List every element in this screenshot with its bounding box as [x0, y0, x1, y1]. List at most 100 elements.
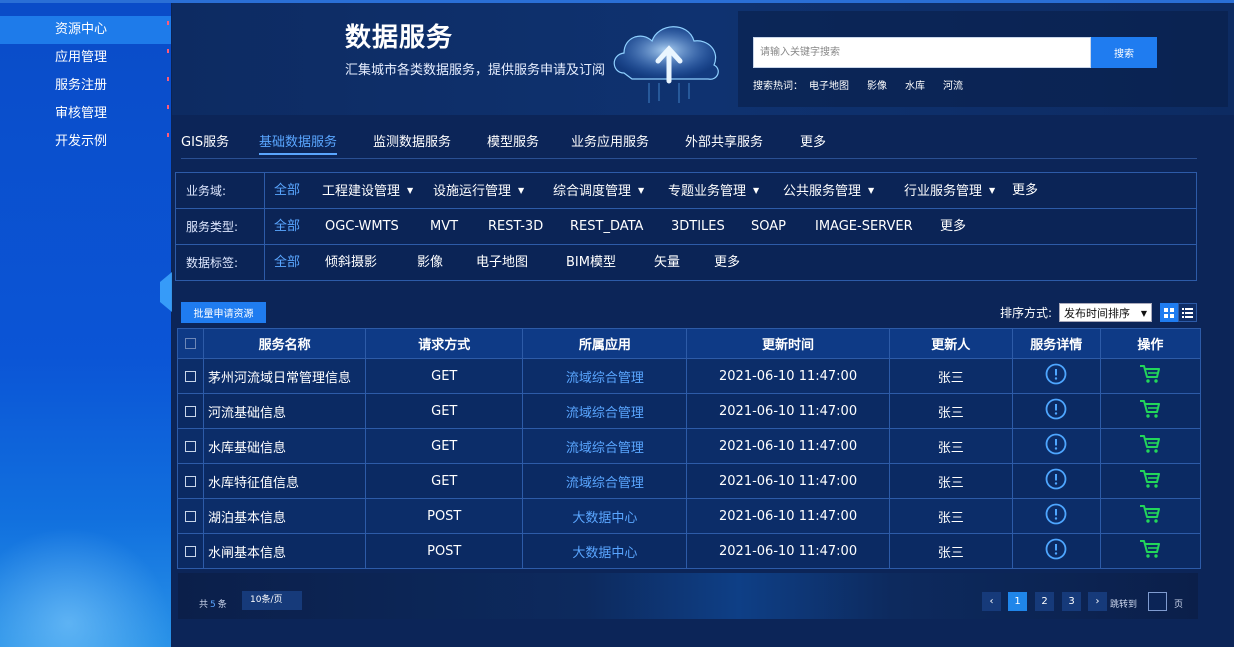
sidebar-item-dev-examples[interactable]: 开发示例	[0, 128, 171, 156]
filter-option[interactable]: MVT	[430, 209, 458, 244]
select-all-checkbox[interactable]	[185, 338, 196, 349]
filter-option[interactable]: 全部	[274, 245, 300, 281]
filter-more[interactable]: 更多	[1012, 173, 1038, 208]
hot-word[interactable]: 水库	[905, 81, 925, 92]
filter-dropdown[interactable]: 专题业务管理 ▼	[668, 173, 759, 208]
page-button[interactable]: 3	[1062, 592, 1081, 611]
tab-external-shared-service[interactable]: 外部共享服务	[685, 131, 763, 150]
filter-dropdown[interactable]: 公共服务管理 ▼	[783, 173, 874, 208]
tab-business-app-service[interactable]: 业务应用服务	[571, 131, 649, 150]
row-checkbox-cell[interactable]	[176, 428, 205, 464]
cart-icon[interactable]	[1138, 363, 1162, 385]
row-checkbox-cell[interactable]	[176, 463, 205, 499]
app-link[interactable]: 流域综合管理	[522, 463, 688, 499]
cart-icon[interactable]	[1138, 468, 1162, 490]
info-icon[interactable]	[1045, 503, 1067, 525]
service-name-cell: 茅州河流域日常管理信息	[203, 358, 367, 394]
row-checkbox[interactable]	[185, 370, 196, 382]
page-button[interactable]: 2	[1035, 592, 1054, 611]
tab-basic-data-service[interactable]: 基础数据服务	[259, 131, 338, 155]
table-row: 水库特征值信息 GET 流域综合管理 2021-06-10 11:47:00 张三	[176, 463, 1202, 499]
tab-monitoring-data-service[interactable]: 监测数据服务	[373, 131, 451, 150]
hot-word[interactable]: 影像	[867, 81, 887, 92]
detail-cell	[1011, 463, 1101, 499]
cart-icon[interactable]	[1138, 398, 1162, 420]
prev-page-button[interactable]: ‹	[982, 592, 1001, 611]
search-input[interactable]	[753, 37, 1091, 68]
filter-option[interactable]: 全部	[274, 173, 300, 208]
info-icon[interactable]	[1045, 433, 1067, 455]
search-button[interactable]: 搜索	[1091, 37, 1157, 68]
filter-option[interactable]: 电子地图	[476, 245, 528, 281]
column-header: 更新人	[888, 328, 1013, 359]
row-checkbox-cell[interactable]	[176, 498, 205, 534]
filter-dropdown[interactable]: 设施运行管理 ▼	[433, 173, 524, 208]
jump-page-input[interactable]	[1148, 592, 1167, 611]
service-category-tabs: GIS服务 基础数据服务 监测数据服务 模型服务 业务应用服务 外部共享服务 更…	[181, 131, 1197, 159]
filter-option[interactable]: SOAP	[751, 209, 786, 244]
filter-option[interactable]: 矢量	[654, 245, 680, 281]
row-checkbox-cell[interactable]	[176, 393, 205, 429]
filter-option[interactable]: 全部	[274, 209, 300, 244]
filter-option[interactable]: 影像	[417, 245, 443, 281]
info-icon[interactable]	[1045, 468, 1067, 490]
cart-icon[interactable]	[1138, 538, 1162, 560]
app-link[interactable]: 大数据中心	[522, 498, 688, 534]
grid-view-icon[interactable]	[1160, 303, 1178, 322]
row-checkbox[interactable]	[185, 475, 196, 487]
batch-apply-button[interactable]: 批量申请资源	[181, 302, 266, 323]
next-page-button[interactable]: ›	[1088, 592, 1107, 611]
filter-label-domain: 业务域:	[176, 173, 265, 208]
header-banner: 数据服务 汇集城市各类数据服务，提供服务申请及订阅 搜索 搜索热词： 电子地图 影像…	[172, 3, 1234, 115]
filter-more[interactable]: 更多	[940, 209, 966, 244]
sidebar-item-review-management[interactable]: 审核管理	[0, 100, 171, 128]
row-checkbox[interactable]	[185, 405, 196, 417]
cart-icon[interactable]	[1138, 433, 1162, 455]
info-icon[interactable]	[1045, 538, 1067, 560]
cart-icon[interactable]	[1138, 503, 1162, 525]
row-checkbox[interactable]	[185, 440, 196, 452]
sort-select[interactable]: 发布时间排序 ▼	[1059, 303, 1152, 322]
info-icon[interactable]	[1045, 398, 1067, 420]
hot-word[interactable]: 河流	[943, 81, 963, 92]
tab-gis-service[interactable]: GIS服务	[181, 131, 229, 150]
list-view-icon[interactable]	[1178, 303, 1197, 322]
select-all-checkbox-cell[interactable]	[176, 328, 205, 359]
row-checkbox[interactable]	[185, 510, 196, 522]
filter-option[interactable]: REST_DATA	[570, 209, 643, 244]
app-link[interactable]: 流域综合管理	[522, 428, 688, 464]
filter-more[interactable]: 更多	[714, 245, 740, 281]
app-link[interactable]: 流域综合管理	[522, 393, 688, 429]
sidebar-item-service-registration[interactable]: 服务注册	[0, 72, 171, 100]
hot-word[interactable]: 电子地图	[809, 81, 849, 92]
tab-model-service[interactable]: 模型服务	[487, 131, 539, 150]
filter-option[interactable]: OGC-WMTS	[325, 209, 399, 244]
sidebar-item-resource-center[interactable]: 资源中心	[0, 16, 171, 44]
row-checkbox-cell[interactable]	[176, 533, 205, 569]
filter-dropdown[interactable]: 工程建设管理 ▼	[322, 173, 413, 208]
hot-search-label: 搜索热词：	[753, 81, 803, 92]
filter-option[interactable]: BIM模型	[566, 245, 616, 281]
request-method-cell: POST	[365, 498, 524, 534]
row-checkbox[interactable]	[185, 545, 196, 557]
filter-option[interactable]: REST-3D	[488, 209, 543, 244]
updater-cell: 张三	[888, 393, 1013, 429]
column-header: 更新时间	[686, 328, 890, 359]
app-link[interactable]: 大数据中心	[522, 533, 688, 569]
detail-cell	[1011, 393, 1101, 429]
page-button[interactable]: 1	[1008, 592, 1027, 611]
filter-dropdown[interactable]: 行业服务管理 ▼	[904, 173, 995, 208]
tab-more[interactable]: 更多	[800, 131, 826, 150]
page-size-select[interactable]: 10条/页	[242, 591, 302, 610]
detail-cell	[1011, 498, 1101, 534]
row-checkbox-cell[interactable]	[176, 358, 205, 394]
filter-dropdown[interactable]: 综合调度管理 ▼	[553, 173, 644, 208]
filter-option[interactable]: IMAGE-SERVER	[815, 209, 913, 244]
table-header-row: 服务名称 请求方式 所属应用 更新时间 更新人 服务详情 操作	[176, 328, 1202, 359]
filter-option[interactable]: 3DTILES	[671, 209, 725, 244]
sidebar-item-app-management[interactable]: 应用管理	[0, 44, 171, 72]
filter-option[interactable]: 倾斜摄影	[325, 245, 377, 281]
info-icon[interactable]	[1045, 363, 1067, 385]
app-link[interactable]: 流域综合管理	[522, 358, 688, 394]
table-row: 水闸基本信息 POST 大数据中心 2021-06-10 11:47:00 张三	[176, 533, 1202, 569]
